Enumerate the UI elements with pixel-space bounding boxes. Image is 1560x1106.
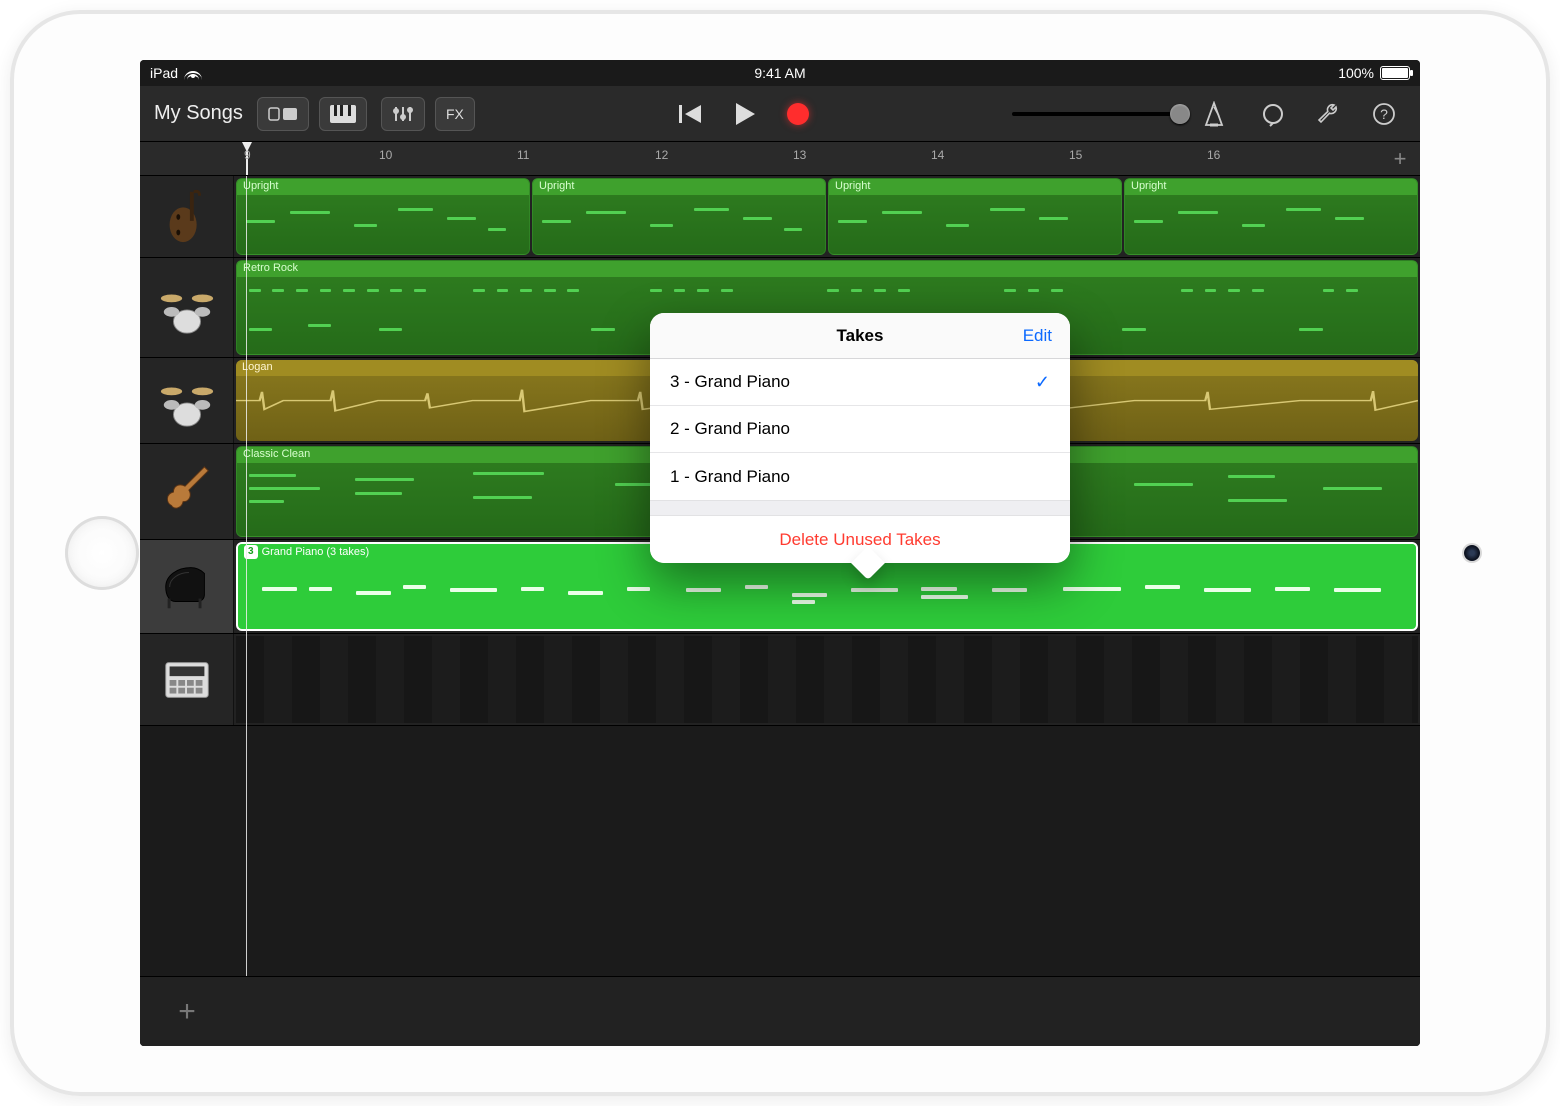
region-upright[interactable]: Upright	[532, 178, 826, 255]
bar-label: 15	[1069, 148, 1082, 162]
instrument-view-button[interactable]	[319, 97, 367, 131]
track-header-drums2[interactable]	[140, 358, 234, 443]
mixer-button[interactable]	[381, 97, 425, 131]
take-item[interactable]: 1 - Grand Piano	[650, 453, 1070, 500]
tracks-area: Upright Upright Upright Upright	[140, 176, 1420, 1046]
guitar-icon	[155, 460, 219, 524]
svg-text:?: ?	[1380, 106, 1388, 122]
popover-edit-button[interactable]: Edit	[1023, 326, 1052, 346]
track-row-bass[interactable]: Upright Upright Upright Upright	[140, 176, 1420, 258]
loop-browser-button[interactable]	[1250, 97, 1296, 131]
metronome-button[interactable]	[1192, 97, 1236, 131]
take-label: 2 - Grand Piano	[670, 419, 790, 439]
metronome-icon	[1202, 101, 1226, 127]
home-button[interactable]	[65, 516, 139, 590]
view-tracks-icon	[268, 105, 298, 123]
take-item[interactable]: 3 - Grand Piano ✓	[650, 359, 1070, 406]
piano-icon	[155, 555, 219, 619]
region-label: Grand Piano (3 takes)	[262, 546, 370, 558]
take-label: 3 - Grand Piano	[670, 372, 790, 392]
bass-icon	[155, 185, 219, 249]
fx-button[interactable]: FX	[435, 97, 475, 131]
region-upright[interactable]: Upright	[828, 178, 1122, 255]
bar-label: 10	[379, 148, 392, 162]
takes-list: 3 - Grand Piano ✓ 2 - Grand Piano 1 - Gr…	[650, 359, 1070, 500]
view-toggle-button[interactable]	[257, 97, 309, 131]
rewind-button[interactable]	[667, 97, 713, 131]
track-header-guitar[interactable]	[140, 444, 234, 539]
play-icon	[733, 101, 757, 127]
region-label: Upright	[829, 179, 1121, 195]
front-camera	[1464, 545, 1480, 561]
battery-icon	[1380, 66, 1410, 80]
takes-popover: Takes Edit 3 - Grand Piano ✓ 2 - Grand P…	[650, 313, 1070, 563]
drumkit-icon	[155, 276, 219, 340]
device-label: iPad	[150, 65, 178, 81]
region-label: Upright	[237, 179, 529, 195]
status-bar: iPad 9:41 AM 100%	[140, 60, 1420, 86]
checkmark-icon: ✓	[1035, 372, 1050, 393]
settings-button[interactable]	[1306, 97, 1352, 131]
app-screen: iPad 9:41 AM 100% My Songs	[140, 60, 1420, 1046]
track-header-sampler[interactable]	[140, 634, 234, 725]
track-header-bass[interactable]	[140, 176, 234, 257]
toolbar: My Songs FX	[140, 86, 1420, 142]
play-button[interactable]	[723, 97, 767, 131]
track-row-sampler[interactable]	[140, 634, 1420, 726]
record-icon	[787, 103, 809, 125]
help-icon: ?	[1372, 102, 1396, 126]
bar-label: 9	[244, 148, 251, 162]
my-songs-button[interactable]: My Songs	[154, 102, 243, 125]
take-label: 1 - Grand Piano	[670, 467, 790, 487]
battery-percent: 100%	[1338, 65, 1374, 81]
loop-icon	[1260, 101, 1286, 127]
ruler-gutter	[140, 142, 234, 175]
timeline-ruler[interactable]: 9 10 11 12 13 14 15 16	[234, 142, 1380, 175]
popover-header: Takes Edit	[650, 313, 1070, 359]
drum-machine-icon	[155, 648, 219, 712]
keyboard-icon	[330, 105, 356, 123]
ruler-row: 9 10 11 12 13 14 15 16 +	[140, 142, 1420, 176]
bar-label: 12	[655, 148, 668, 162]
record-button[interactable]	[777, 97, 819, 131]
region-label: Retro Rock	[237, 261, 1417, 277]
bar-label: 14	[931, 148, 944, 162]
take-item[interactable]: 2 - Grand Piano	[650, 406, 1070, 453]
popover-separator	[650, 500, 1070, 516]
region-upright[interactable]: Upright	[236, 178, 530, 255]
track-lane-sampler[interactable]	[234, 634, 1420, 725]
bar-label: 13	[793, 148, 806, 162]
region-upright[interactable]: Upright	[1124, 178, 1418, 255]
track-header-piano[interactable]	[140, 540, 234, 633]
wifi-icon	[184, 66, 202, 80]
playhead-line[interactable]	[246, 176, 247, 976]
mixer-icon	[392, 105, 414, 123]
popover-title: Takes	[837, 326, 884, 346]
wrench-icon	[1316, 101, 1342, 127]
drumkit-icon	[155, 369, 219, 433]
help-button[interactable]: ?	[1362, 97, 1406, 131]
bottom-bar: +	[140, 976, 1420, 1046]
rewind-icon	[677, 103, 703, 125]
empty-region-area[interactable]	[236, 636, 1418, 723]
track-lane-bass[interactable]: Upright Upright Upright Upright	[234, 176, 1420, 257]
add-section-button[interactable]: +	[1380, 142, 1420, 175]
ipad-frame: iPad 9:41 AM 100% My Songs	[10, 10, 1550, 1096]
delete-unused-takes-button[interactable]: Delete Unused Takes	[650, 516, 1070, 563]
master-volume-slider[interactable]	[1012, 112, 1182, 116]
volume-knob[interactable]	[1170, 104, 1190, 124]
region-label: Upright	[533, 179, 825, 195]
bar-label: 11	[517, 148, 529, 162]
add-track-button[interactable]: +	[140, 977, 234, 1046]
region-label: Upright	[1125, 179, 1417, 195]
clock: 9:41 AM	[754, 65, 805, 81]
bar-label: 16	[1207, 148, 1220, 162]
track-header-drums1[interactable]	[140, 258, 234, 357]
